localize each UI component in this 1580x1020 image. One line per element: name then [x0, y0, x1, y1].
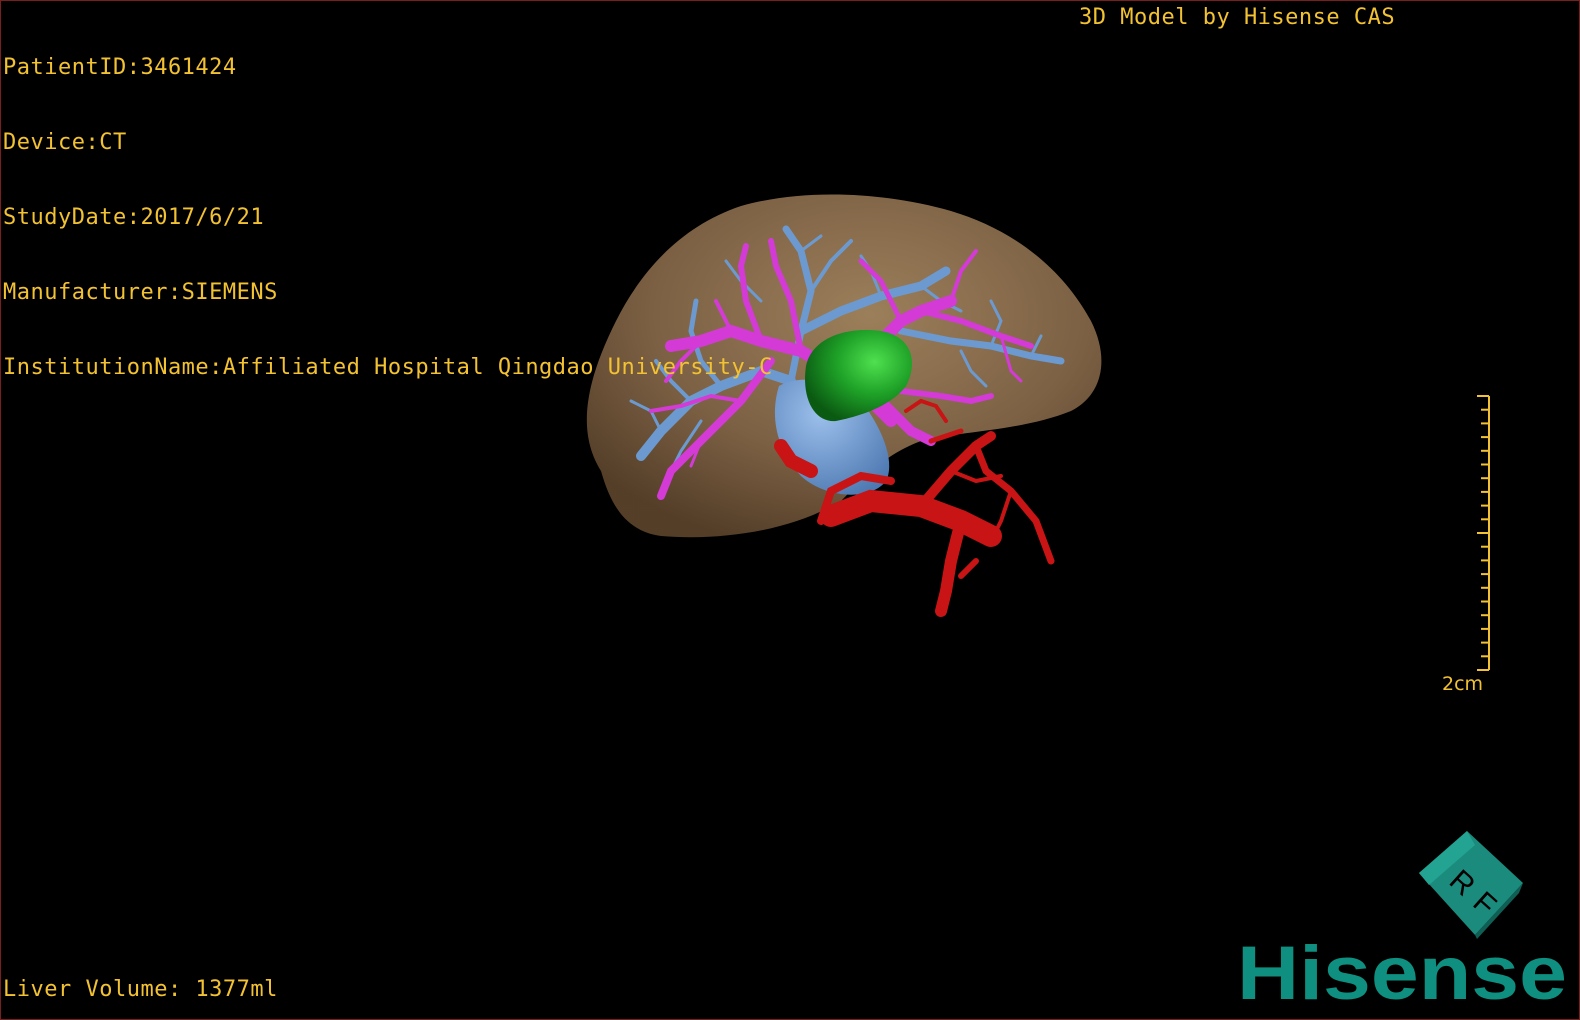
- patient-id-text: PatientID:3461424: [3, 55, 237, 80]
- manufacturer-text: Manufacturer:SIEMENS: [3, 280, 278, 305]
- dicom-info-overlay: PatientID:3461424 Device:CT StudyDate:20…: [3, 5, 773, 430]
- scale-bar-label: 2cm: [1442, 673, 1484, 695]
- 3d-viewport[interactable]: PatientID:3461424 Device:CT StudyDate:20…: [0, 0, 1580, 1020]
- orientation-cube[interactable]: R F: [1415, 829, 1527, 941]
- model-credit-text: 3D Model by Hisense CAS: [1079, 5, 1396, 30]
- scale-bar: [1477, 395, 1490, 671]
- study-date-text: StudyDate:2017/6/21: [3, 205, 265, 230]
- hisense-logo-text: Hisense: [1237, 935, 1567, 1007]
- hisense-logo: Hisense: [1237, 935, 1567, 1007]
- institution-name-text: InstitutionName:Affiliated Hospital Qing…: [3, 355, 773, 380]
- device-text: Device:CT: [3, 130, 127, 155]
- liver-volume-text: Liver Volume: 1377ml: [3, 977, 278, 1002]
